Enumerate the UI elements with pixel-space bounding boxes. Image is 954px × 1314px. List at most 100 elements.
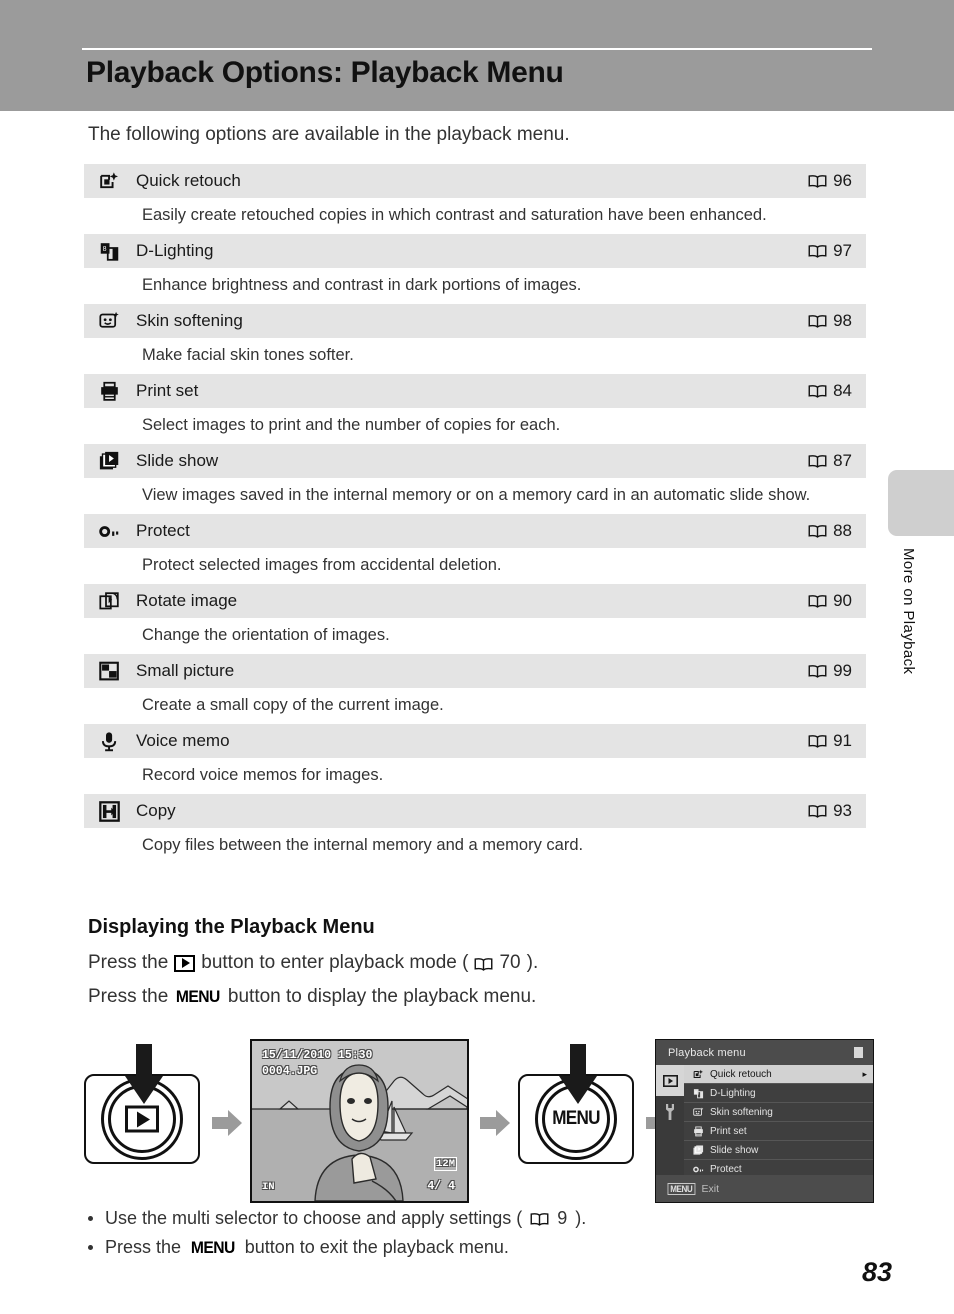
osd-date-time: 15/11/2010 15:30: [262, 1049, 373, 1062]
option-label: Protect: [136, 521, 190, 540]
menu-screen-item[interactable]: Print set: [684, 1122, 873, 1141]
quick-retouch-icon: [88, 171, 130, 192]
menu-screen-item-label: Slide show: [710, 1144, 759, 1156]
d-lighting-icon: 8: [690, 1088, 707, 1099]
playback-options-table: Quick retouch 96 Easily create retouched c…: [84, 164, 866, 864]
battery-indicator-icon: [854, 1047, 863, 1058]
book-reference-icon: [808, 384, 827, 399]
footer-menu-chip: MENU: [667, 1182, 695, 1195]
tab-playback[interactable]: [656, 1065, 684, 1096]
playback-symbol-icon: [125, 1105, 159, 1133]
bullet1-page-ref: 9: [557, 1208, 568, 1228]
option-label: Print set: [136, 381, 199, 400]
option-description: Record voice memos for images.: [84, 758, 866, 794]
bullet1-text-post: ).: [575, 1208, 587, 1228]
submenu-chevron-icon: ▸: [862, 1068, 867, 1079]
bullet-dot-2: [88, 1245, 93, 1250]
section-side-tab-label: More on Playback: [900, 548, 917, 675]
option-page-number: 87: [833, 451, 852, 470]
menu-screen-item-label: D-Lighting: [710, 1087, 756, 1099]
menu-screen-item-label: Print set: [710, 1125, 747, 1137]
playback-menu-screen: Playback menu Quick retouch ▸ 8 D-Lighting S…: [655, 1039, 874, 1203]
press-down-arrow-icon-2: [559, 1044, 597, 1104]
instruction2-text-post: button to display the playback menu.: [227, 986, 537, 1007]
menu-screen-item-label: Quick retouch: [710, 1068, 772, 1080]
skin-softening-icon: [88, 311, 130, 332]
bullet-list: Use the multi selector to choose and app…: [88, 1208, 848, 1266]
section-side-tab: [888, 470, 954, 536]
instruction2-text-pre: Press the: [88, 986, 169, 1007]
option-page-reference: 87: [808, 451, 866, 471]
option-page-reference: 90: [808, 591, 866, 611]
option-description: Change the orientation of images.: [84, 618, 866, 654]
option-description: Copy files between the internal memory a…: [84, 828, 866, 864]
option-row: Slide show 87: [84, 444, 866, 478]
menu-screen-item[interactable]: Slide show: [684, 1141, 873, 1160]
tab-setup[interactable]: [656, 1096, 684, 1127]
instruction-text-pre: Press the: [88, 952, 169, 973]
option-page-number: 88: [833, 521, 852, 540]
option-label: Voice memo: [136, 731, 230, 750]
menu-button-glyph-2: MENU: [190, 1237, 235, 1257]
option-description: Easily create retouched copies in which …: [84, 198, 866, 234]
option-page-reference: 88: [808, 521, 866, 541]
option-page-reference: 91: [808, 731, 866, 751]
option-page-reference: 93: [808, 801, 866, 821]
protect-key-icon: [88, 521, 130, 542]
print-set-icon: [690, 1125, 707, 1137]
voice-memo-icon: [88, 731, 130, 752]
instruction-line-menu-button: Press the MENU button to display the pla…: [88, 986, 536, 1008]
d-lighting-icon: 8: [88, 241, 130, 262]
osd-image-size: 12M: [434, 1157, 457, 1171]
wrench-tab-icon: [666, 1103, 674, 1120]
option-label: Slide show: [136, 451, 219, 470]
book-reference-icon: [808, 314, 827, 329]
option-row: Copy 93: [84, 794, 866, 828]
option-page-number: 90: [833, 591, 852, 610]
option-page-number: 99: [833, 661, 852, 680]
option-description: Make facial skin tones softer.: [84, 338, 866, 374]
menu-screen-item-label: Skin softening: [710, 1106, 773, 1118]
option-label: Copy: [136, 801, 176, 820]
option-row: Protect 88: [84, 514, 866, 548]
option-row: Voice memo 91: [84, 724, 866, 758]
menu-screen-item[interactable]: Skin softening: [684, 1103, 873, 1122]
instruction-page-ref: 70: [499, 952, 521, 973]
option-row: 8 D-Lighting 97: [84, 234, 866, 268]
small-picture-icon: [88, 661, 130, 682]
menu-button-text: MENU: [552, 1108, 600, 1129]
option-page-number: 97: [833, 241, 852, 260]
option-label: Quick retouch: [136, 171, 241, 190]
bullet2-text-post: button to exit the playback menu.: [244, 1237, 509, 1257]
menu-screen-item[interactable]: Quick retouch ▸: [684, 1065, 873, 1084]
protect-key-icon: [690, 1164, 707, 1175]
bullet-multi-selector: Use the multi selector to choose and app…: [88, 1208, 848, 1229]
page-title: Playback Options: Playback Menu: [86, 56, 564, 89]
slide-show-icon: [88, 451, 130, 472]
option-description: Create a small copy of the current image…: [84, 688, 866, 724]
option-row: Rotate image 90: [84, 584, 866, 618]
option-page-reference: 98: [808, 311, 866, 331]
book-reference-icon: [808, 734, 827, 749]
instruction-text-post: ).: [526, 952, 539, 973]
option-row: Print set 84: [84, 374, 866, 408]
option-page-number: 98: [833, 311, 852, 330]
footer-exit-label: Exit: [701, 1182, 720, 1195]
option-row: Quick retouch 96: [84, 164, 866, 198]
bullet2-text-pre: Press the: [105, 1237, 182, 1257]
option-label: Rotate image: [136, 591, 238, 610]
playback-tab-icon: [662, 1074, 678, 1087]
option-description: Enhance brightness and contrast in dark …: [84, 268, 866, 304]
sequence-arrow-icon-2: [480, 1110, 510, 1136]
book-reference-icon-2: [530, 1211, 549, 1226]
menu-screen-footer: MENU Exit: [656, 1175, 873, 1202]
press-down-arrow-icon: [125, 1044, 163, 1104]
skin-softening-icon: [690, 1106, 707, 1118]
option-page-reference: 96: [808, 171, 866, 191]
menu-screen-item[interactable]: 8 D-Lighting: [684, 1084, 873, 1103]
option-page-number: 93: [833, 801, 852, 820]
option-label: D-Lighting: [136, 241, 214, 260]
bullet1-text-pre: Use the multi selector to choose and app…: [105, 1208, 523, 1228]
svg-text:8: 8: [695, 1090, 697, 1094]
book-reference-icon: [808, 174, 827, 189]
